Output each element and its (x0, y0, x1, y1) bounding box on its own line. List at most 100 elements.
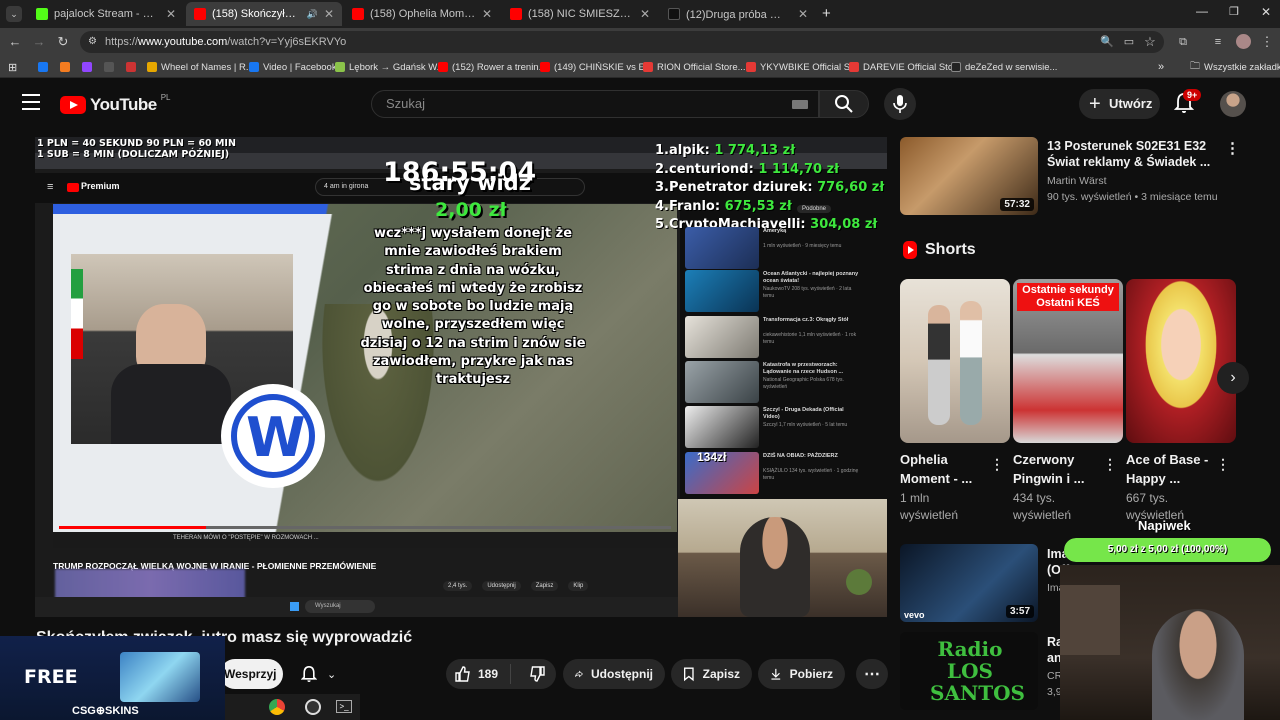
short-thumbnail[interactable] (1126, 279, 1236, 443)
inner-list-title: Transformacja cz.3: Okrągły Stół (763, 317, 849, 323)
notification-badge: 9+ (1183, 89, 1202, 101)
inner-list-title: Katastrofa w przestworzach: Lądowanie na… (763, 362, 844, 375)
url-field[interactable]: ⚙ https://www.youtube.com/watch?v=Yyj6sE… (80, 31, 1164, 53)
close-icon[interactable]: ✕ (798, 7, 808, 21)
close-icon[interactable]: ✕ (640, 7, 650, 21)
facecam (1060, 565, 1280, 720)
support-button[interactable]: Wesprzyj (220, 659, 283, 689)
terminal-taskbar-icon[interactable]: >_ (336, 700, 352, 713)
close-window-icon[interactable]: ✕ (1261, 5, 1271, 19)
bookmark-sk[interactable] (104, 59, 114, 75)
short-thumbnail[interactable] (900, 279, 1010, 443)
new-tab-icon[interactable]: + (822, 5, 831, 22)
close-icon[interactable]: ✕ (166, 7, 176, 21)
save-button[interactable]: Zapisz (671, 659, 752, 689)
media-control-icon[interactable]: ≡ (1209, 33, 1227, 51)
forward-icon[interactable]: → (30, 33, 48, 51)
browser-menu-icon[interactable]: ⋮ (1258, 33, 1276, 51)
voice-search-button[interactable] (884, 88, 916, 120)
video-thumbnail[interactable]: Radio LOS SANTOS (900, 632, 1038, 710)
shorts-next-button[interactable]: › (1217, 362, 1249, 394)
zoom-icon[interactable]: 🔍 (1098, 33, 1116, 51)
thumbs-down-icon (529, 666, 545, 682)
bookmark-facebook[interactable] (38, 59, 48, 75)
close-icon[interactable]: ✕ (482, 7, 492, 21)
bookmark-item[interactable]: deZeZed w serwisie... (951, 59, 1057, 75)
inner-clip-label: Klip (568, 581, 589, 591)
cast-icon[interactable]: ▭ (1120, 33, 1138, 51)
bookmark-item[interactable]: (149) CHIŃSKIE vs E... (540, 59, 653, 75)
short-thumbnail[interactable]: Ostatnie sekundy Ostatni KEŚ (1013, 279, 1123, 443)
back-icon[interactable]: ← (6, 33, 24, 51)
download-button[interactable]: Pobierz (758, 659, 845, 689)
notifications-button[interactable]: 9+ (1173, 89, 1202, 116)
hamburger-menu-icon[interactable] (22, 94, 40, 110)
shorts-label: Shorts (925, 241, 976, 258)
more-options-icon[interactable]: ⋮ (1216, 456, 1230, 473)
bookmark-star-icon[interactable]: ☆ (1141, 33, 1159, 51)
more-bookmarks-icon[interactable]: » (1158, 59, 1164, 75)
profile-avatar[interactable] (1236, 34, 1251, 49)
restore-icon[interactable]: ❐ (1229, 5, 1239, 18)
browser-tab[interactable]: pajalock Stream - Watch Live o ✕ (28, 2, 184, 26)
short-title[interactable]: Ophelia Moment - ... (900, 450, 984, 488)
search-input[interactable]: Szukaj (371, 90, 819, 118)
inner-youtube-header: ≡ Premium 4 am in girona (35, 173, 680, 203)
share-button[interactable]: Udostępnij (563, 659, 665, 689)
more-options-icon[interactable]: ⋮ (1225, 139, 1240, 157)
facecam-shelf (1060, 585, 1120, 655)
browser-tab[interactable]: (158) Ophelia Moment - The Fa ✕ (344, 2, 500, 26)
facecam-person (1152, 609, 1244, 720)
search-button[interactable] (819, 90, 869, 118)
keyboard-icon[interactable] (792, 100, 808, 109)
apps-icon[interactable]: ⊞ (8, 59, 17, 75)
dislike-button[interactable] (519, 666, 556, 682)
video-thumbnail[interactable]: vevo 3:57 (900, 544, 1038, 622)
speaker-icon[interactable]: 🔊 (307, 9, 318, 20)
more-actions-button[interactable]: ⋯ (856, 659, 888, 689)
bookmark-link[interactable] (126, 59, 136, 75)
more-options-icon[interactable]: ⋮ (990, 456, 1004, 473)
bookmark-orange[interactable] (60, 59, 70, 75)
csgo-free-text: FREE (24, 666, 78, 688)
bookmark-item[interactable]: YKYWBIKE Official S... (746, 59, 858, 75)
like-button[interactable]: 189 (446, 664, 512, 684)
bookmark-item[interactable]: Video | Facebook (249, 59, 337, 75)
bookmark-label: Wheel of Names | R... (161, 61, 254, 73)
share-label: Udostępnij (591, 667, 653, 681)
youtube-logo[interactable]: YouTube PL (60, 93, 171, 116)
channel-name[interactable]: Martin Wärst (1047, 175, 1107, 187)
browser-tab[interactable]: (12)Druga próba 😊 | TikTok ✕ (660, 2, 816, 26)
reload-icon[interactable]: ↻ (54, 33, 72, 51)
inner-list-meta: National Geographic Polska 678 tys. wyśw… (763, 377, 844, 390)
chrome-taskbar-icon[interactable] (269, 699, 285, 715)
subscribed-bell-button[interactable]: ⌄ (293, 659, 353, 689)
short-title[interactable]: Ace of Base - Happy ... (1126, 450, 1210, 488)
site-info-icon[interactable]: ⚙ (88, 31, 97, 53)
bookmark-item[interactable]: (152) Rower a trenin... (438, 59, 547, 75)
sidebar-video-item[interactable]: 57:32 13 Posterunek S02E31 E32 Świat rek… (900, 137, 1240, 217)
browser-tab[interactable]: (158) NIC ŚMIESZNEGO | FILM ✕ (502, 2, 658, 26)
all-bookmarks[interactable]: 🗀 Wszystkie zakładki (1190, 59, 1280, 75)
bookmark-item[interactable]: RION Official Store... (643, 59, 746, 75)
inner-taskbar-search: Wyszukaj (305, 600, 375, 613)
bookmark-item[interactable]: Lębork → Gdańsk W... (335, 59, 445, 75)
account-avatar[interactable] (1220, 91, 1246, 117)
tab-search-icon[interactable]: ⌄ (6, 6, 22, 22)
shorts-heading: Shorts (903, 241, 976, 259)
bookmark-twitch[interactable] (82, 59, 92, 75)
bookmark-item[interactable]: DAREVIE Official Sto... (849, 59, 961, 75)
leaderboard-row: 2.centuriond: 1 114,70 zł (655, 161, 839, 177)
bookmark-item[interactable]: Wheel of Names | R... (147, 59, 254, 75)
inner-list-meta: ciekawehistorie 1,1 mln wyświetleń · 1 r… (763, 332, 857, 345)
minimize-icon[interactable]: — (1196, 4, 1208, 18)
create-button[interactable]: + Utwórz (1079, 89, 1160, 119)
extensions-icon[interactable]: ⧉ (1174, 33, 1192, 51)
obs-taskbar-icon[interactable] (305, 699, 321, 715)
browser-tab-active[interactable]: (158) Skończyłem związek 🔊 ✕ (186, 2, 342, 26)
close-icon[interactable]: ✕ (324, 7, 334, 21)
short-title[interactable]: Czerwony Pingwin i ... (1013, 450, 1097, 488)
more-options-icon[interactable]: ⋮ (1103, 456, 1117, 473)
video-title[interactable]: 13 Posterunek S02E31 E32 Świat reklamy &… (1047, 138, 1217, 170)
video-thumbnail[interactable]: 57:32 (900, 137, 1038, 215)
